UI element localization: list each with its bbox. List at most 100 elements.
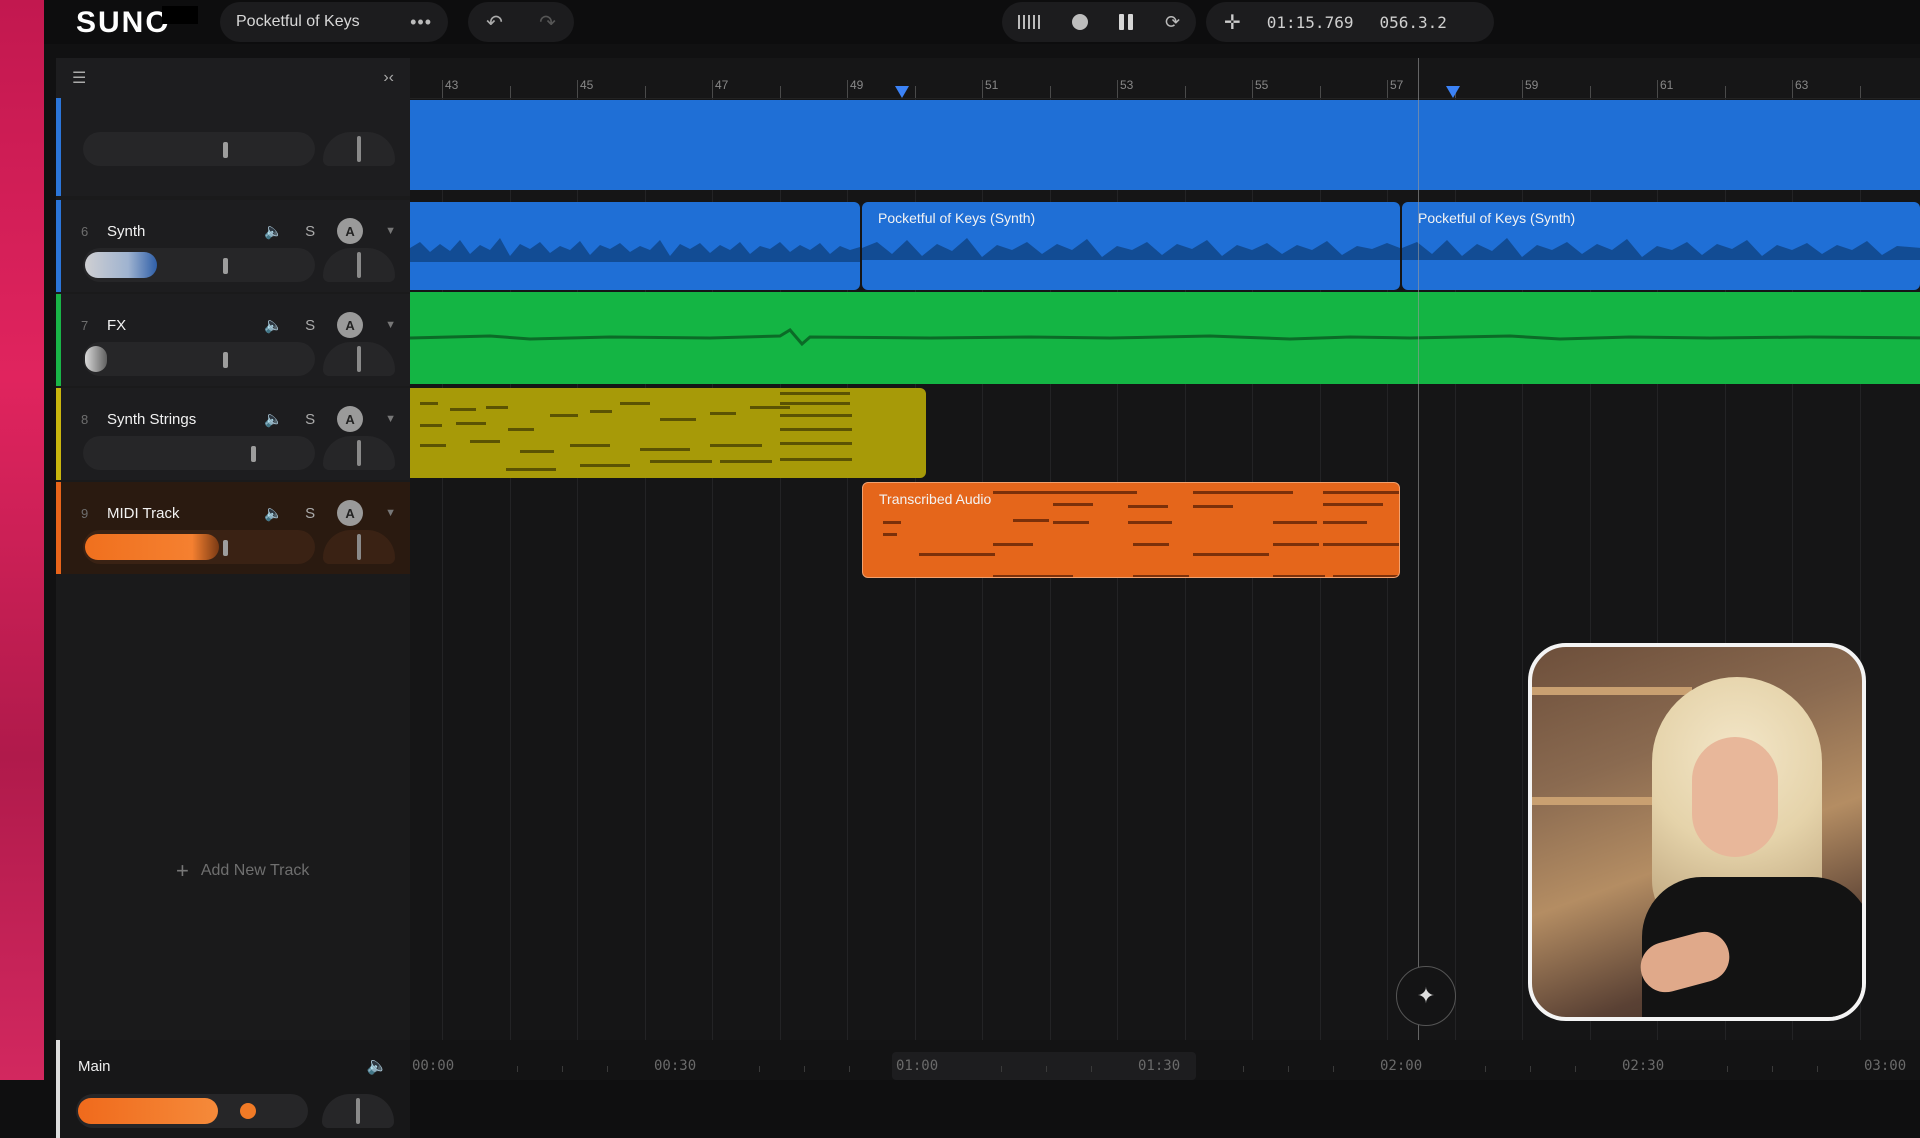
audio-clip[interactable]: Pocketful of Keys (Synth): [1402, 202, 1920, 290]
fader-thumb[interactable]: [223, 540, 228, 556]
pan-knob[interactable]: [323, 132, 395, 166]
position-display: ✛ 01:15.769 056.3.2: [1206, 2, 1494, 42]
main-volume-fader[interactable]: [76, 1094, 308, 1128]
track-row-synth-strings[interactable]: 8 Synth Strings 🔈 S A ▼: [56, 388, 410, 480]
loop-start-marker[interactable]: [895, 86, 909, 98]
volume-fader[interactable]: [83, 436, 315, 470]
pan-knob[interactable]: [323, 530, 395, 564]
ruler-label: 61: [1660, 78, 1674, 92]
solo-button[interactable]: S: [305, 223, 315, 240]
add-new-track-button[interactable]: + Add New Track: [176, 858, 309, 884]
time-readout: 01:15.769: [1266, 12, 1354, 32]
track-name[interactable]: FX: [107, 317, 264, 334]
automation-button[interactable]: A: [337, 218, 364, 244]
midi-clip[interactable]: [410, 388, 926, 478]
redo-icon[interactable]: ↷: [539, 10, 556, 35]
track-row-fx[interactable]: 7 FX 🔈 S A ▼: [56, 294, 410, 386]
track-header: 7 FX 🔈 S A ▼: [81, 310, 396, 340]
waveform: [410, 328, 1920, 347]
fader-thumb[interactable]: [223, 142, 228, 158]
volume-fader[interactable]: [83, 530, 315, 564]
speaker-icon[interactable]: 🔈: [264, 222, 283, 240]
pan-knob[interactable]: [322, 1094, 394, 1128]
logo-mask: [162, 6, 198, 24]
chevron-down-icon[interactable]: ▼: [385, 413, 396, 425]
track-name[interactable]: Synth: [107, 223, 264, 240]
speaker-icon[interactable]: 🔈: [264, 410, 283, 428]
plus-icon: +: [176, 858, 189, 883]
track-row[interactable]: [56, 98, 410, 196]
audio-clip[interactable]: [410, 292, 1920, 384]
ruler-label: 57: [1390, 78, 1404, 92]
note-pattern: [883, 491, 1399, 577]
solo-button[interactable]: S: [305, 411, 315, 428]
undo-icon[interactable]: ↶: [486, 10, 503, 35]
solo-button[interactable]: S: [305, 317, 315, 334]
track-name[interactable]: Synth Strings: [107, 411, 264, 428]
sparkle-ai-button[interactable]: ✦: [1396, 966, 1456, 1026]
automation-button[interactable]: A: [337, 406, 364, 432]
metronome-icon[interactable]: [1017, 15, 1040, 29]
time-tick: [517, 1066, 518, 1072]
loop-end-marker[interactable]: [1446, 86, 1460, 98]
volume-fader[interactable]: [83, 248, 315, 282]
fader-thumb[interactable]: [223, 258, 228, 274]
track-list: ☰ ›‹ 6 Synth 🔈 S A ▼ 7 FX 🔈 S A ▼ 8 Synt…: [56, 58, 410, 1138]
collapse-all-icon[interactable]: ☰: [72, 68, 86, 88]
track-row-midi[interactable]: 9 MIDI Track 🔈 S A ▼: [56, 482, 410, 574]
background-shelf: [1532, 687, 1692, 695]
track-name[interactable]: MIDI Track: [107, 505, 264, 522]
time-tick: [1288, 1066, 1289, 1072]
volume-fader[interactable]: [83, 132, 315, 166]
automation-button[interactable]: A: [337, 312, 364, 338]
project-menu[interactable]: Pocketful of Keys •••: [220, 2, 448, 42]
bar-ruler[interactable]: 43 45 47 49 51 53 55 57 59 61 63: [410, 58, 1920, 99]
loop-icon[interactable]: ⟳: [1165, 12, 1180, 33]
time-tick: [1046, 1066, 1047, 1072]
time-tick: [562, 1066, 563, 1072]
pause-button[interactable]: [1119, 14, 1134, 30]
fader-level: [85, 252, 157, 278]
speaker-icon[interactable]: 🔈: [367, 1056, 388, 1076]
pan-knob[interactable]: [323, 342, 395, 376]
midi-clip[interactable]: Transcribed Audio: [862, 482, 1400, 578]
ruler-label: 53: [1120, 78, 1134, 92]
pan-knob[interactable]: [323, 248, 395, 282]
time-label: 00:30: [654, 1058, 697, 1074]
waveform: [1402, 238, 1920, 260]
lane-synth-strings: [410, 386, 1920, 482]
ruler-label: 59: [1525, 78, 1539, 92]
chevron-down-icon[interactable]: ▼: [385, 319, 396, 331]
volume-fader[interactable]: [83, 342, 315, 376]
speaker-icon[interactable]: 🔈: [264, 316, 283, 334]
track-number: 7: [81, 317, 89, 333]
pan-knob[interactable]: [323, 436, 395, 470]
waveform: [410, 238, 860, 262]
ruler-label: 49: [850, 78, 864, 92]
speaker-icon[interactable]: 🔈: [264, 504, 283, 522]
more-icon[interactable]: •••: [410, 12, 432, 33]
chevron-down-icon[interactable]: ▼: [385, 507, 396, 519]
playhead[interactable]: [1418, 58, 1419, 1080]
track-row-synth[interactable]: 6 Synth 🔈 S A ▼: [56, 200, 410, 292]
solo-button[interactable]: S: [305, 505, 315, 522]
time-label: 00:00: [412, 1058, 455, 1074]
fader-thumb[interactable]: [223, 352, 228, 368]
time-label: 02:00: [1380, 1058, 1423, 1074]
fader-thumb[interactable]: [240, 1103, 256, 1119]
automation-button[interactable]: A: [337, 500, 364, 526]
audio-clip[interactable]: [410, 202, 860, 290]
fader-level: [85, 534, 219, 560]
time-overview-ruler[interactable]: 00:00 00:30 01:00 01:30 02:00 02:30 03:00: [410, 1040, 1920, 1080]
audio-clip[interactable]: [410, 100, 1920, 190]
main-bus[interactable]: Main 🔈: [56, 1040, 410, 1138]
undo-redo-group: ↶ ↷: [468, 2, 574, 42]
collapse-panel-icon[interactable]: ›‹: [383, 69, 394, 87]
fader-thumb[interactable]: [251, 446, 256, 462]
chevron-down-icon[interactable]: ▼: [385, 225, 396, 237]
ruler-tick: [914, 86, 916, 98]
background-shelf: [1532, 797, 1672, 805]
snap-tool-icon[interactable]: ✛: [1224, 10, 1241, 34]
record-button[interactable]: [1071, 14, 1088, 30]
audio-clip[interactable]: Pocketful of Keys (Synth): [862, 202, 1400, 290]
